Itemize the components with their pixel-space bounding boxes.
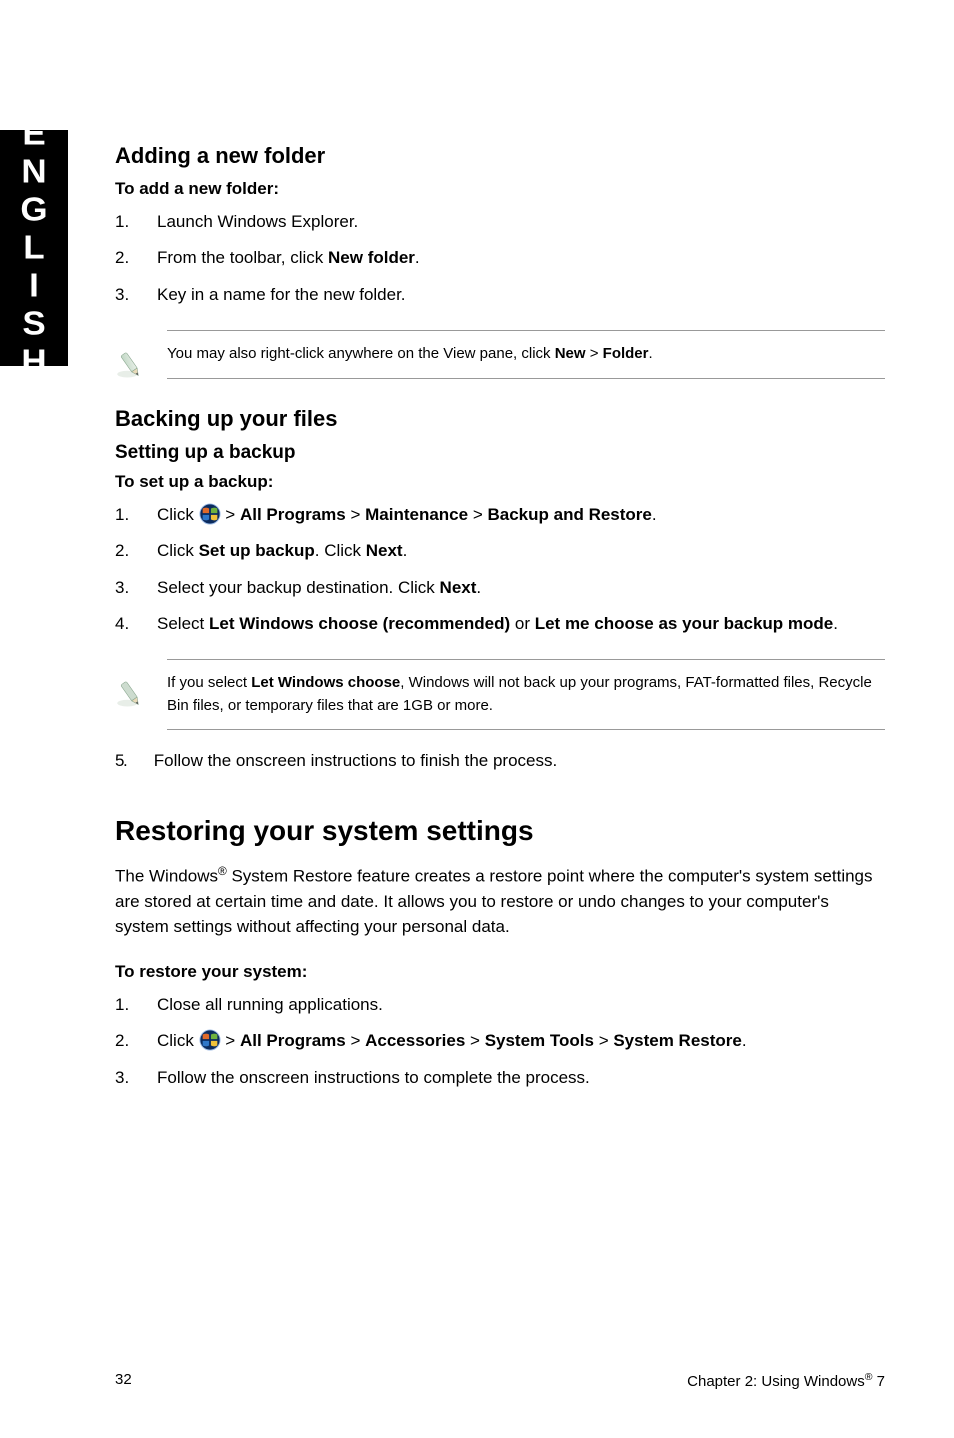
steps-add-folder: 1.Launch Windows Explorer. 2.From the to…: [115, 209, 885, 308]
list-item: 3.Key in a name for the new folder.: [115, 282, 885, 308]
steps-backup-b: 5.Follow the onscreen instructions to fi…: [115, 748, 885, 774]
list-item: 1.Click > All Programs > Maintenance > B…: [115, 502, 885, 528]
language-label: ENGLISH: [17, 115, 52, 381]
steps-backup-a: 1.Click > All Programs > Maintenance > B…: [115, 502, 885, 637]
chapter-label: Chapter 2: Using Windows® 7: [687, 1371, 885, 1390]
page-number: 32: [115, 1371, 132, 1390]
heading-backup: Backing up your files: [115, 406, 885, 432]
list-item: 5.Follow the onscreen instructions to fi…: [115, 748, 885, 774]
windows-start-icon: [199, 1029, 221, 1051]
list-item: 2.From the toolbar, click New folder.: [115, 245, 885, 271]
heading-add-folder: Adding a new folder: [115, 143, 885, 169]
pencil-icon: [115, 659, 167, 711]
pencil-icon: [115, 330, 167, 382]
steps-restore: 1.Close all running applications. 2.Clic…: [115, 992, 885, 1091]
restore-intro: The Windows® System Restore feature crea…: [115, 863, 885, 940]
note-text: If you select Let Windows choose, Window…: [167, 659, 885, 730]
note-backup: If you select Let Windows choose, Window…: [115, 659, 885, 730]
note-add-folder: You may also right-click anywhere on the…: [115, 330, 885, 382]
list-item: 3.Follow the onscreen instructions to co…: [115, 1065, 885, 1091]
lead-restore: To restore your system:: [115, 962, 885, 982]
list-item: 3.Select your backup destination. Click …: [115, 575, 885, 601]
lead-backup: To set up a backup:: [115, 472, 885, 492]
lead-add-folder: To add a new folder:: [115, 179, 885, 199]
page-content: Adding a new folder To add a new folder:…: [115, 143, 885, 1101]
list-item: 4.Select Let Windows choose (recommended…: [115, 611, 885, 637]
page-footer: 32 Chapter 2: Using Windows® 7: [115, 1371, 885, 1390]
note-text: You may also right-click anywhere on the…: [167, 330, 885, 379]
list-item: 1.Close all running applications.: [115, 992, 885, 1018]
language-side-tab: ENGLISH: [0, 130, 68, 366]
list-item: 2.Click Set up backup. Click Next.: [115, 538, 885, 564]
heading-restore: Restoring your system settings: [115, 815, 885, 847]
list-item: 2.Click > All Programs > Accessories > S…: [115, 1028, 885, 1054]
windows-start-icon: [199, 503, 221, 525]
subheading-setup-backup: Setting up a backup: [115, 442, 885, 464]
list-item: 1.Launch Windows Explorer.: [115, 209, 885, 235]
